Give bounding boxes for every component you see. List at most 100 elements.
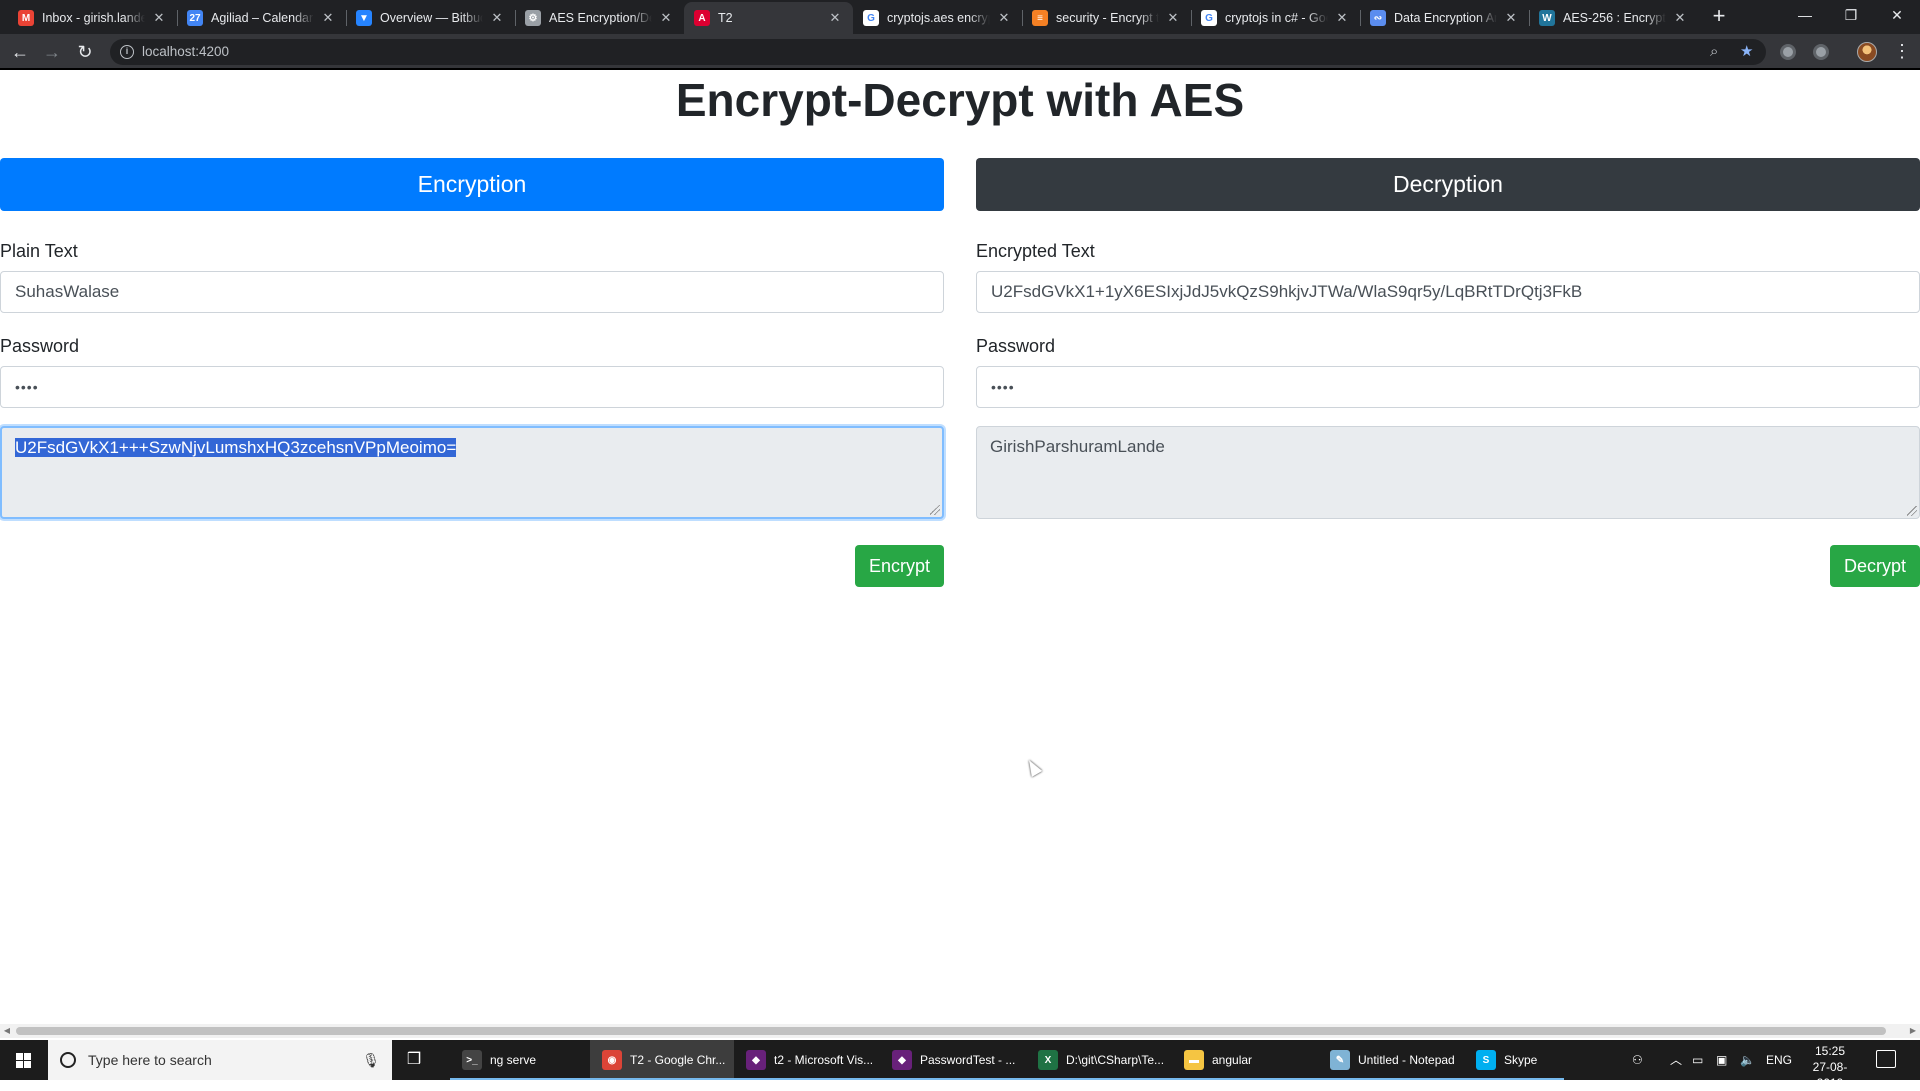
browser-tab[interactable]: M Inbox - girish.lande ✕ xyxy=(8,2,177,34)
close-window-button[interactable]: ✕ xyxy=(1874,0,1920,30)
battery-icon[interactable]: ▭ xyxy=(1692,1040,1703,1080)
site-icon: ∾ xyxy=(1370,10,1386,26)
wordpress-icon: W xyxy=(1539,10,1555,26)
scroll-left-icon[interactable]: ◀ xyxy=(0,1024,14,1038)
taskbar-app-label: Skype xyxy=(1504,1053,1538,1067)
close-tab-icon[interactable]: ✕ xyxy=(489,10,505,26)
taskbar-app[interactable]: X D:\git\CSharp\Te... xyxy=(1026,1040,1172,1080)
horizontal-scrollbar[interactable]: ◀ ▶ xyxy=(0,1024,1920,1038)
task-view-icon[interactable]: ❒ xyxy=(404,1050,424,1070)
close-tab-icon[interactable]: ✕ xyxy=(320,10,336,26)
language-indicator[interactable]: ENG xyxy=(1766,1040,1792,1080)
resize-grip-icon[interactable] xyxy=(1907,506,1917,516)
scroll-right-icon[interactable]: ▶ xyxy=(1906,1024,1920,1038)
close-tab-icon[interactable]: ✕ xyxy=(1334,10,1350,26)
forward-arrow-icon[interactable]: → xyxy=(40,40,64,64)
close-tab-icon[interactable]: ✕ xyxy=(827,10,843,26)
tab-title: cryptojs in c# - Goo xyxy=(1225,11,1328,25)
start-button[interactable] xyxy=(0,1040,48,1080)
google-icon: G xyxy=(863,10,879,26)
zoom-icon[interactable]: ⌕ xyxy=(1710,44,1718,60)
browser-tab[interactable]: A T2 ✕ xyxy=(684,2,853,34)
taskbar-app[interactable]: ◆ PasswordTest - ... xyxy=(880,1040,1026,1080)
gmail-icon: M xyxy=(18,10,34,26)
browser-tab[interactable]: Gcryptojs.aes encrypt ✕ xyxy=(853,2,1022,34)
tab-title: Data Encryption An xyxy=(1394,11,1497,25)
taskbar-app-label: ng serve xyxy=(490,1053,537,1067)
mouse-cursor-icon xyxy=(1023,757,1043,777)
close-tab-icon[interactable]: ✕ xyxy=(1165,10,1181,26)
profile-avatar[interactable] xyxy=(1857,42,1877,62)
skype-icon: S xyxy=(1476,1050,1496,1070)
notepad-icon: ✎ xyxy=(1330,1050,1350,1070)
taskbar-app[interactable]: ◉ T2 - Google Chr... xyxy=(590,1040,734,1080)
encrypt-button[interactable]: Encrypt xyxy=(854,545,944,587)
browser-tab[interactable]: ▼ Overview — Bitbuck ✕ xyxy=(346,2,515,34)
resize-grip-icon[interactable] xyxy=(930,505,940,515)
taskbar-app[interactable]: S Skype xyxy=(1464,1040,1564,1080)
browser-tab[interactable]: ⚙ AES Encryption/Dec ✕ xyxy=(515,2,684,34)
tab-title: T2 xyxy=(718,11,733,25)
decryption-password-label: Password xyxy=(976,336,1056,356)
close-tab-icon[interactable]: ✕ xyxy=(658,10,674,26)
tab-separator xyxy=(177,10,178,26)
browser-tab[interactable]: ∾ Data Encryption An ✕ xyxy=(1360,2,1529,34)
tab-separator xyxy=(515,10,516,26)
extension-icon[interactable] xyxy=(1780,44,1796,60)
decryption-password-input[interactable]: •••• xyxy=(976,366,1920,408)
close-tab-icon[interactable]: ✕ xyxy=(996,10,1012,26)
stackoverflow-icon: ≡ xyxy=(1032,10,1048,26)
encryption-header: Encryption xyxy=(0,158,944,211)
new-tab-button[interactable]: + xyxy=(1706,4,1732,30)
taskbar-app[interactable]: ✎ Untitled - Notepad xyxy=(1318,1040,1464,1080)
tab-separator xyxy=(1022,10,1023,26)
plain-text-input[interactable]: SuhasWalase xyxy=(0,271,944,313)
network-icon[interactable]: ▣ xyxy=(1716,1040,1727,1080)
plain-text-label: Plain Text xyxy=(0,241,78,261)
taskbar-app[interactable]: ◆ t2 - Microsoft Vis... xyxy=(734,1040,880,1080)
taskbar-app-label: D:\git\CSharp\Te... xyxy=(1066,1053,1165,1067)
browser-tab[interactable]: ≡ security - Encrypt th ✕ xyxy=(1022,2,1191,34)
address-bar[interactable]: i localhost:4200 ⌕ ★ xyxy=(110,39,1766,65)
decrypted-output-textarea[interactable]: GirishParshuramLande xyxy=(976,426,1920,519)
encrypted-text-input[interactable]: U2FsdGVkX1+1yX6ESIxjJdJ5vkQzS9hkjvJTWa/W… xyxy=(976,271,1920,313)
back-arrow-icon[interactable]: ← xyxy=(8,40,32,64)
taskbar-app-label: PasswordTest - ... xyxy=(920,1053,1016,1067)
people-icon[interactable]: ⚇ xyxy=(1632,1040,1643,1080)
volume-icon[interactable]: 🔈 xyxy=(1740,1040,1755,1080)
close-tab-icon[interactable]: ✕ xyxy=(1503,10,1519,26)
browser-menu-icon[interactable]: ⋮ xyxy=(1893,41,1911,61)
taskbar-app[interactable]: >_ ng serve xyxy=(450,1040,590,1080)
close-tab-icon[interactable]: ✕ xyxy=(1672,10,1688,26)
taskbar-clock[interactable]: 15:25 27-08-2019 xyxy=(1800,1043,1860,1091)
scrollbar-thumb[interactable] xyxy=(16,1027,1886,1035)
info-icon[interactable]: i xyxy=(120,45,134,59)
browser-toolbar: ← → ↻ i localhost:4200 ⌕ ★ ⋮ xyxy=(0,34,1920,70)
tab-title: Inbox - girish.lande xyxy=(42,11,145,25)
reload-icon[interactable]: ↻ xyxy=(73,40,97,64)
action-center-icon[interactable] xyxy=(1876,1050,1896,1068)
bookmark-star-icon[interactable]: ★ xyxy=(1740,44,1753,60)
encrypted-output-textarea[interactable]: U2FsdGVkX1+++SzwNjvLumshxHQ3zcehsnVPpMeo… xyxy=(0,426,944,519)
taskbar-search[interactable]: Type here to search 🎙 xyxy=(48,1040,392,1080)
restore-window-button[interactable]: ❐ xyxy=(1828,0,1874,30)
close-tab-icon[interactable]: ✕ xyxy=(151,10,167,26)
taskbar-app-label: Untitled - Notepad xyxy=(1358,1053,1455,1067)
browser-tab[interactable]: 27 Agiliad – Calendar - ✕ xyxy=(177,2,346,34)
show-hidden-icons-icon[interactable]: ︿ xyxy=(1670,1040,1682,1080)
minimize-window-button[interactable]: — xyxy=(1782,0,1828,30)
browser-tab[interactable]: Gcryptojs in c# - Goo ✕ xyxy=(1191,2,1360,34)
tab-title: Agiliad – Calendar - xyxy=(211,11,314,25)
browser-tab[interactable]: W AES-256 : Encryptin ✕ xyxy=(1529,2,1698,34)
tab-separator xyxy=(1360,10,1361,26)
microphone-icon[interactable]: 🎙 xyxy=(362,1052,380,1068)
encryption-password-input[interactable]: •••• xyxy=(0,366,944,408)
taskbar-app[interactable]: ▬ angular xyxy=(1172,1040,1318,1080)
tab-title: security - Encrypt th xyxy=(1056,11,1159,25)
extension-icon[interactable] xyxy=(1813,44,1829,60)
google-icon: G xyxy=(1201,10,1217,26)
visual-studio-icon: ◆ xyxy=(746,1050,766,1070)
tab-title: cryptojs.aes encrypt xyxy=(887,11,990,25)
decrypt-button[interactable]: Decrypt xyxy=(1829,545,1920,587)
tab-title: AES-256 : Encryptin xyxy=(1563,11,1666,25)
